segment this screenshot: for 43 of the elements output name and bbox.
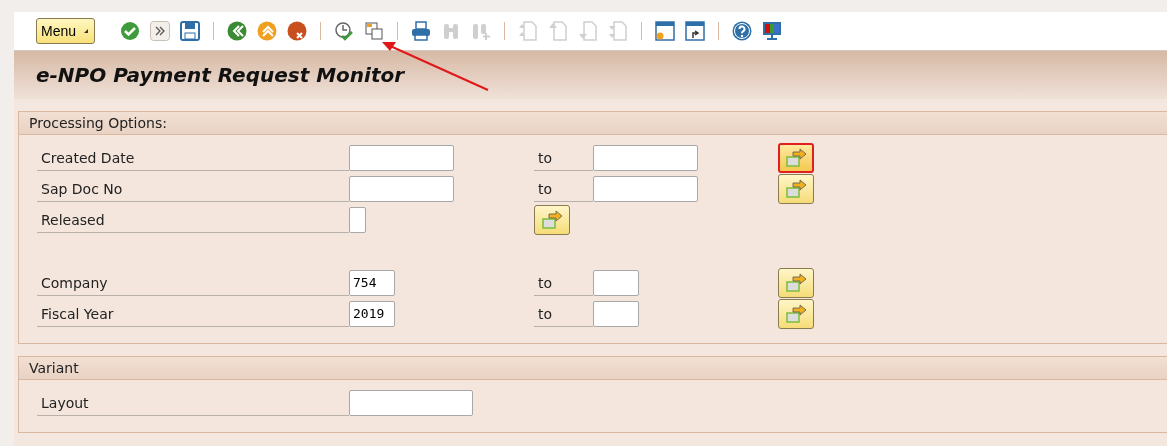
print-icon[interactable] <box>410 20 433 42</box>
to-field[interactable] <box>593 144 698 171</box>
copy-icon[interactable] <box>363 20 386 42</box>
arrow-box-icon <box>541 209 563 230</box>
from-field[interactable] <box>349 144 454 171</box>
to-field[interactable] <box>593 300 639 327</box>
from-field[interactable] <box>349 175 454 202</box>
arrow-box-icon <box>785 272 807 293</box>
page-title: e-NPO Payment Request Monitor <box>36 63 405 87</box>
layout-field[interactable] <box>349 389 473 416</box>
to-field[interactable] <box>593 269 639 296</box>
from-field[interactable]: 754 <box>349 269 395 296</box>
to-field[interactable] <box>593 175 698 202</box>
group-title: Processing Options: <box>29 115 167 131</box>
help-icon[interactable] <box>731 20 754 42</box>
field-label: Created Date <box>37 144 349 171</box>
arrow-box-icon <box>785 303 807 324</box>
checkbox-field[interactable] <box>349 206 366 233</box>
double-chevron-icon[interactable] <box>149 20 172 42</box>
up-chevrons-icon[interactable] <box>256 20 279 42</box>
field-label: Layout <box>37 389 349 416</box>
field-label: Released <box>37 206 349 233</box>
monitor-icon[interactable] <box>761 20 784 42</box>
field-label: Fiscal Year <box>37 300 349 327</box>
clock-check-icon[interactable] <box>333 20 356 42</box>
multiple-selection-button[interactable] <box>534 204 570 235</box>
new-window-icon[interactable] <box>654 20 677 42</box>
field-label: Sap Doc No <box>37 175 349 202</box>
multiple-selection-button[interactable] <box>778 298 814 329</box>
arrow-box-icon <box>785 178 807 199</box>
from-field[interactable]: 2019 <box>349 300 395 327</box>
multiple-selection-button[interactable] <box>778 267 814 298</box>
checkmark-icon[interactable] <box>119 20 142 42</box>
save-icon[interactable] <box>179 20 202 42</box>
field-label: Company <box>37 269 349 296</box>
multiple-selection-button[interactable] <box>778 173 814 204</box>
cancel-icon[interactable] <box>286 20 309 42</box>
group-title: Variant <box>29 360 79 376</box>
arrow-box-icon <box>785 147 807 168</box>
back-icon[interactable] <box>226 20 249 42</box>
multiple-selection-button[interactable] <box>778 142 814 173</box>
menu-button[interactable]: Menu <box>36 18 96 44</box>
shortcut-icon[interactable] <box>684 20 707 42</box>
